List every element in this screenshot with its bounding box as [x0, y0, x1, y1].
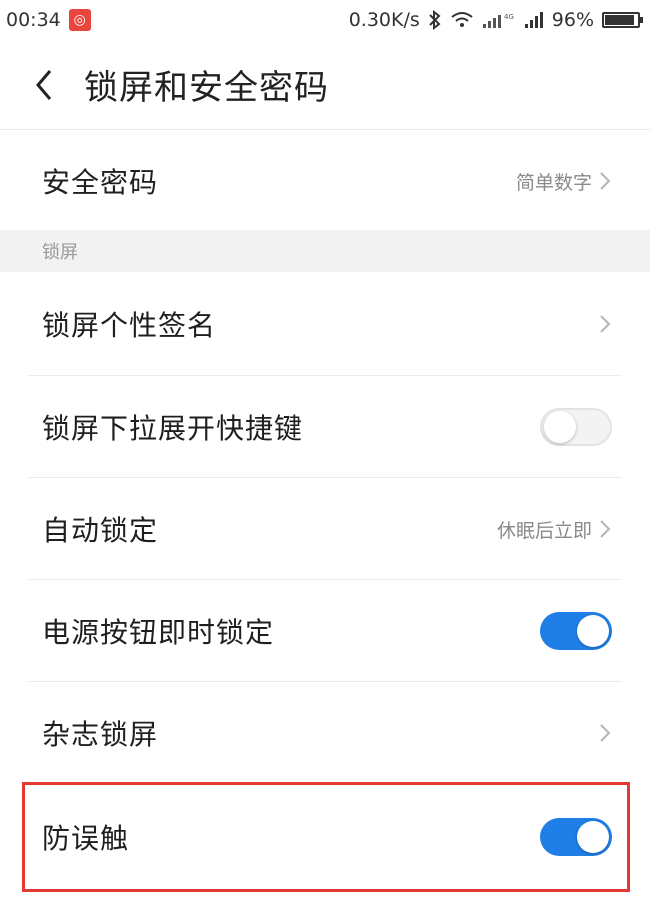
- setting-security-password[interactable]: 安全密码 简单数字: [0, 130, 650, 232]
- signal-icon: [524, 12, 543, 28]
- back-arrow-icon[interactable]: [14, 55, 74, 115]
- setting-label: 锁屏下拉展开快捷键: [42, 412, 304, 445]
- setting-label: 自动锁定: [42, 514, 159, 547]
- toggle-knob: [577, 615, 609, 647]
- page-title: 锁屏和安全密码: [84, 68, 329, 108]
- status-time: 00:34: [6, 9, 61, 31]
- chevron-right-icon: [600, 724, 611, 742]
- setting-label: 杂志锁屏: [42, 718, 159, 751]
- notification-app-icon: ◎: [68, 9, 91, 31]
- setting-value: 休眠后立即: [496, 519, 592, 542]
- wifi-icon: [451, 12, 473, 27]
- battery-fill: [605, 15, 634, 25]
- bluetooth-icon: [429, 10, 441, 30]
- setting-label: 锁屏个性签名: [42, 309, 217, 342]
- setting-magazine-lockscreen[interactable]: 杂志锁屏: [0, 682, 650, 784]
- section-header-lockscreen: 锁屏: [0, 230, 650, 272]
- setting-value: 简单数字: [515, 171, 592, 194]
- pulldown-shortcut-toggle[interactable]: [540, 408, 612, 446]
- toggle-knob: [544, 411, 576, 443]
- setting-label: 安全密码: [42, 166, 159, 199]
- setting-lockscreen-signature[interactable]: 锁屏个性签名: [0, 273, 650, 375]
- signal-4g-icon: 4G: [482, 13, 514, 28]
- app-header: 锁屏和安全密码: [0, 40, 650, 130]
- battery-percent: 96%: [551, 9, 594, 31]
- chevron-right-icon: [600, 172, 611, 190]
- network-speed: 0.30K/s: [348, 9, 420, 31]
- chevron-right-icon: [600, 520, 611, 538]
- chevron-right-icon: [600, 315, 611, 333]
- setting-power-button-lock: 电源按钮即时锁定: [0, 580, 650, 682]
- status-bar: 00:34 ◎ 0.30K/s 4G 96%: [0, 0, 650, 40]
- setting-pulldown-shortcut: 锁屏下拉展开快捷键: [0, 376, 650, 478]
- power-button-lock-toggle[interactable]: [540, 612, 612, 650]
- setting-label: 电源按钮即时锁定: [42, 616, 275, 649]
- setting-auto-lock[interactable]: 自动锁定 休眠后立即: [0, 478, 650, 580]
- svg-text:4G: 4G: [504, 13, 514, 21]
- battery-icon: [602, 12, 643, 28]
- highlight-annotation-box: [22, 782, 630, 892]
